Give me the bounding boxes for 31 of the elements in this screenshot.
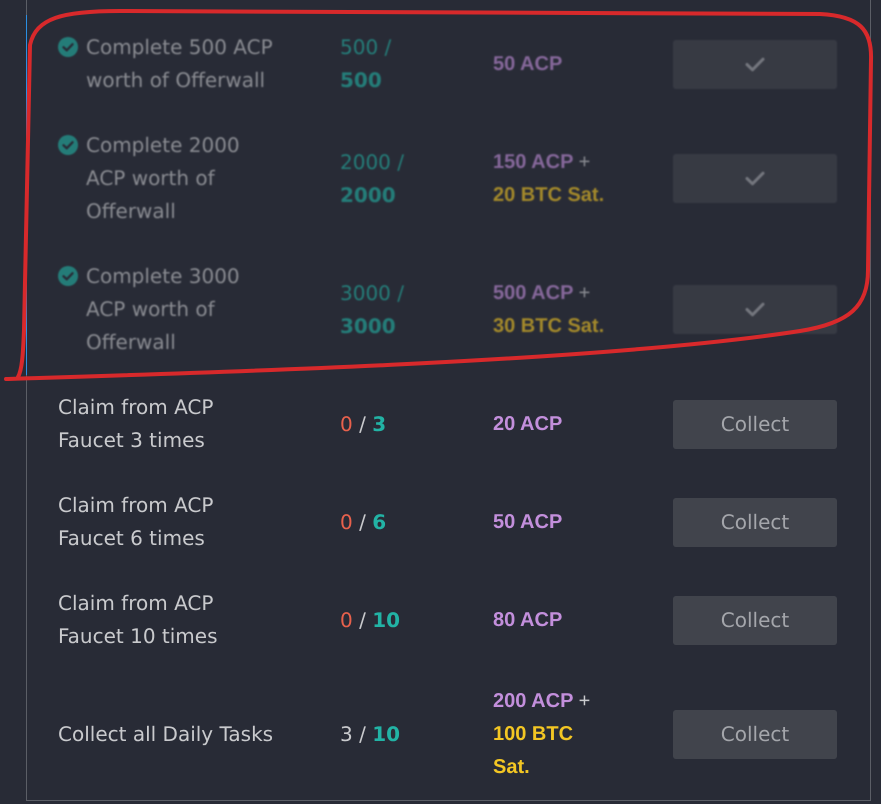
check-icon: [745, 302, 765, 317]
reward-text: 20 ACP: [493, 412, 562, 437]
progress-count: 0 / 3: [340, 410, 386, 438]
reward-text: 200 ACP + 100 BTC Sat.: [493, 689, 592, 780]
task-name: Claim from ACP Faucet 6 times: [58, 492, 214, 552]
check-icon: [745, 56, 765, 72]
task-name: Claim from ACP Faucet 10 times: [58, 590, 219, 650]
progress-count: 0 / 6: [340, 508, 386, 536]
collect-button[interactable]: Collect: [673, 498, 837, 546]
collect-button[interactable]: Collect: [673, 400, 837, 448]
reward-text: 50 ACP: [493, 52, 562, 77]
task-name: Claim from ACP Faucet 3 times: [58, 394, 214, 454]
reward-text: 50 ACP: [493, 510, 562, 535]
task-name: Complete 500 ACP worth of Offerwall: [86, 34, 274, 94]
claimed-button[interactable]: [673, 154, 837, 203]
reward-text: 80 ACP: [493, 608, 562, 633]
task-name: Complete 2000 ACP worth of Offerwall: [86, 132, 241, 225]
progress-count: 0 / 10: [340, 606, 400, 634]
collect-button[interactable]: Collect: [673, 710, 837, 759]
progress-count: 3 / 10: [340, 721, 400, 748]
claimed-button[interactable]: [673, 40, 837, 88]
progress-count: 2000 / 2000: [340, 148, 406, 208]
check-icon: [745, 171, 765, 186]
progress-count: 3000 / 3000: [340, 280, 406, 340]
collect-button[interactable]: Collect: [673, 596, 837, 644]
reward-text: 150 ACP + 20 BTC Sat.: [493, 150, 606, 208]
progress-count: 500 / 500: [340, 34, 392, 94]
reward-text: 500 ACP + 30 BTC Sat.: [493, 280, 606, 338]
task-name: Complete 3000 ACP worth of Offerwall: [86, 263, 241, 356]
task-name: Collect all Daily Tasks: [58, 721, 274, 748]
claimed-button[interactable]: [673, 285, 837, 334]
